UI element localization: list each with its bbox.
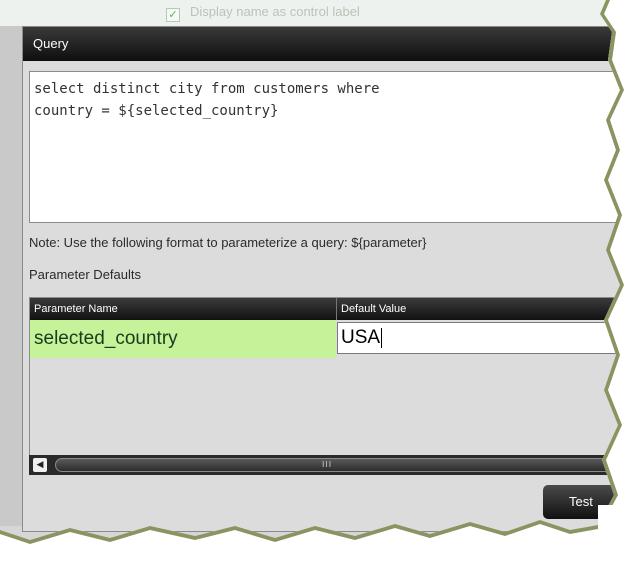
- display-name-checkbox-label: Display name as control label: [190, 4, 360, 19]
- table-row[interactable]: selected_country USA: [30, 320, 620, 358]
- parameterize-note: Note: Use the following format to parame…: [29, 235, 427, 250]
- parameter-name-cell[interactable]: selected_country: [30, 320, 336, 358]
- column-header-parameter-name[interactable]: Parameter Name: [30, 298, 336, 320]
- column-header-default-value[interactable]: Default Value: [337, 298, 620, 320]
- query-dialog: Query select distinct city from customer…: [22, 26, 620, 532]
- query-text-area[interactable]: select distinct city from customers wher…: [29, 71, 620, 223]
- screenshot-panel: ✓ Display name as control label Query se…: [0, 0, 620, 540]
- text-caret: [381, 327, 383, 348]
- parameter-defaults-label: Parameter Defaults: [29, 267, 141, 282]
- left-gutter: [0, 26, 23, 526]
- horizontal-scrollbar[interactable]: ◀ III: [29, 455, 620, 475]
- background-strip: ✓ Display name as control label: [0, 0, 620, 26]
- scrollbar-thumb[interactable]: III: [55, 458, 615, 472]
- display-name-checkbox[interactable]: ✓: [166, 8, 180, 22]
- scroll-left-arrow-icon[interactable]: ◀: [33, 458, 47, 472]
- scrollbar-grip-icon: III: [322, 460, 333, 469]
- parameter-defaults-grid: Parameter Name Default Value selected_co…: [29, 297, 620, 465]
- default-value-input[interactable]: USA: [337, 322, 620, 354]
- corner-fill: [598, 505, 632, 568]
- default-value-text: USA: [341, 327, 381, 348]
- dialog-title: Query: [23, 27, 620, 61]
- grid-header: Parameter Name Default Value: [30, 298, 620, 320]
